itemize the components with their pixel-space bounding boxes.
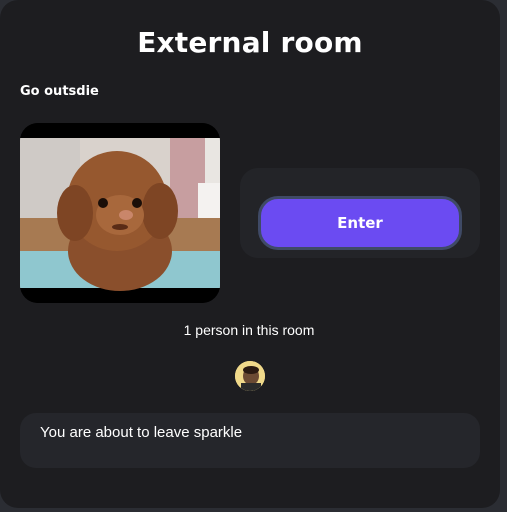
modal-title: External room [137,26,363,59]
avatar-image [235,361,265,391]
external-room-modal: External room Go outsdie Enter 1 person … [0,0,500,508]
leave-notice: You are about to leave sparkle [20,413,480,468]
room-image [20,123,220,303]
leave-notice-text: You are about to leave sparkle [40,424,243,441]
enter-button[interactable]: Enter [258,196,462,250]
dog-photo-image [20,123,220,303]
user-avatar[interactable] [235,361,265,391]
occupancy-text: 1 person in this room [183,322,315,338]
room-subtitle: Go outsdie [20,84,99,99]
